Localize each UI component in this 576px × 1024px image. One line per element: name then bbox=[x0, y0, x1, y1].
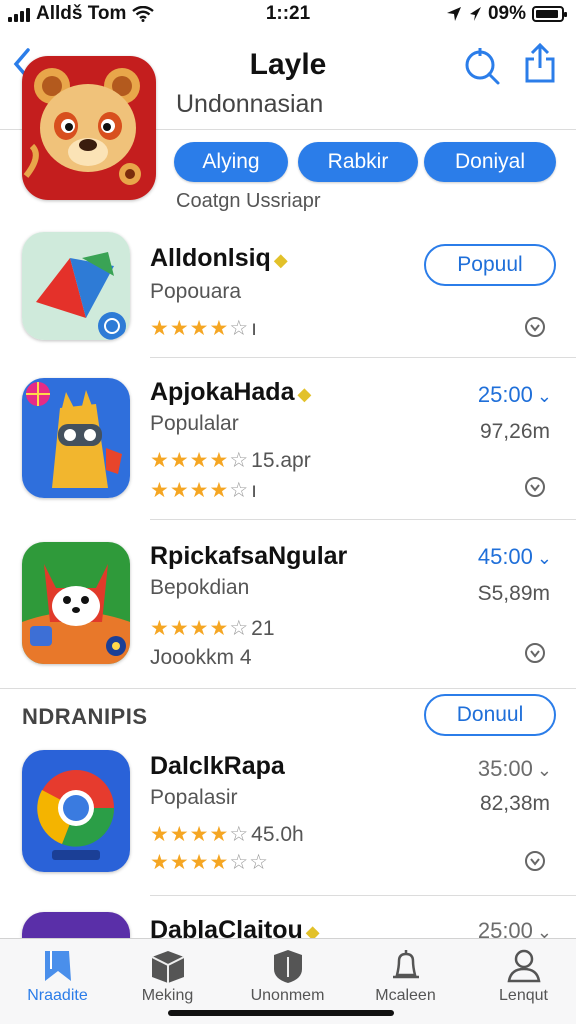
pill-button-1[interactable]: Alying bbox=[174, 142, 288, 182]
pill-button-2[interactable]: Rabkir bbox=[298, 142, 418, 182]
app-subtitle: Popouara bbox=[150, 280, 242, 303]
app-name: RpickafsaNgular bbox=[150, 542, 348, 570]
app-name: DalclkRapa bbox=[150, 752, 285, 780]
rating-text: 15.apr bbox=[251, 449, 311, 472]
bell-icon bbox=[392, 950, 419, 979]
size-label: 97,26m bbox=[479, 420, 550, 443]
page-subtitle: Undonnasian bbox=[176, 90, 324, 118]
price-label[interactable]: 45:00 ⌄ bbox=[478, 544, 552, 570]
app-row[interactable]: ApjokaHada ◆ Populalar ★★★★☆15.apr ★★★★☆ı… bbox=[0, 358, 576, 520]
section-title: NDRANIPIS bbox=[22, 704, 148, 729]
download-icon[interactable] bbox=[524, 850, 546, 872]
tab-5[interactable]: Lenqut bbox=[466, 939, 576, 1024]
app-name: ApjokaHada ◆ bbox=[150, 378, 311, 407]
bookmark-icon bbox=[44, 951, 71, 981]
search-icon[interactable] bbox=[462, 46, 502, 86]
rating-text: 45.0h bbox=[251, 823, 304, 846]
app-name-text: Alldonlsiq bbox=[150, 244, 271, 272]
browser-icon bbox=[22, 750, 130, 872]
star-rating-secondary: ★★★★☆ı bbox=[150, 479, 257, 502]
app-row[interactable]: DablaClaitou ◆ 25:00 ⌄ bbox=[0, 896, 576, 938]
section-divider bbox=[0, 688, 576, 689]
tab-label: Nraadite bbox=[27, 987, 88, 1004]
app-subtitle: Bepokdian bbox=[150, 576, 250, 599]
download-icon[interactable] bbox=[524, 476, 546, 498]
download-icon[interactable] bbox=[524, 642, 546, 664]
star-rating: ★★★★☆15.apr bbox=[150, 449, 311, 472]
arrow-icon bbox=[469, 7, 481, 21]
download-icon[interactable] bbox=[524, 316, 546, 338]
box-icon bbox=[151, 951, 184, 983]
price-text: 25:00 bbox=[477, 918, 533, 938]
app-extra-info: Joookkm 4 bbox=[150, 646, 252, 669]
app-partial-icon bbox=[22, 912, 130, 938]
badge-icon: ◆ bbox=[273, 250, 288, 270]
star-rating: ★★★★☆45.0h bbox=[150, 823, 304, 846]
app-icon bbox=[22, 378, 130, 498]
app-name: Alldonlsiq ◆ bbox=[150, 244, 288, 273]
star-rating-secondary: ★★★★☆☆ bbox=[150, 851, 269, 874]
featured-app-icon[interactable] bbox=[22, 56, 156, 200]
get-button[interactable]: Popuul bbox=[424, 244, 556, 286]
battery-label: 09% bbox=[487, 3, 526, 24]
chevron-down-icon: ⌄ bbox=[536, 922, 552, 938]
status-bar: Alldš Tom 1::21 09% bbox=[0, 0, 576, 30]
tab-label: Mcaleen bbox=[375, 987, 436, 1004]
price-label[interactable]: 25:00 ⌄ bbox=[478, 918, 552, 938]
chevron-down-icon: ⌄ bbox=[536, 548, 552, 568]
badge-icon: ◆ bbox=[305, 922, 320, 938]
header-caption: Coatgn Ussriapr bbox=[176, 190, 321, 212]
tab-label: Meking bbox=[141, 987, 194, 1004]
app-subtitle: Populalar bbox=[150, 412, 239, 435]
bear-icon bbox=[22, 56, 156, 200]
pill-button-3[interactable]: Doniyal bbox=[424, 142, 556, 182]
section-get-button[interactable]: Donuul bbox=[424, 694, 556, 736]
rating-text: 21 bbox=[251, 617, 275, 640]
price-text: 35:00 bbox=[477, 756, 533, 781]
app-subtitle: Popalasir bbox=[150, 786, 238, 809]
price-label[interactable]: 35:00 ⌄ bbox=[478, 756, 552, 782]
tab-1[interactable]: Nraadite bbox=[0, 939, 115, 1024]
price-text: 25:00 bbox=[477, 382, 533, 407]
shield-icon bbox=[273, 950, 302, 983]
app-name: DablaClaitou ◆ bbox=[150, 916, 320, 938]
home-indicator bbox=[168, 1010, 394, 1016]
price-text: 45:00 bbox=[477, 544, 533, 569]
app-name-text: ApjokaHada bbox=[150, 378, 295, 406]
status-right: 09% bbox=[446, 3, 567, 25]
size-label: 82,38m bbox=[479, 792, 550, 815]
location-icon bbox=[446, 7, 461, 21]
tab-label: Unonmem bbox=[250, 987, 325, 1004]
tab-label: Lenqut bbox=[499, 987, 548, 1004]
star-rating: ★★★★☆21 bbox=[150, 617, 275, 640]
star-rating: ★★★★☆ı bbox=[150, 317, 257, 340]
chevron-down-icon: ⌄ bbox=[536, 760, 552, 780]
app-icon bbox=[22, 232, 130, 340]
badge-icon: ◆ bbox=[297, 384, 312, 404]
size-label: S5,89m bbox=[477, 582, 550, 605]
person-icon bbox=[507, 949, 540, 983]
app-icon bbox=[22, 750, 130, 872]
app-row[interactable]: DalclkRapa Popalasir ★★★★☆45.0h ★★★★☆☆ 3… bbox=[0, 736, 576, 896]
share-icon[interactable] bbox=[522, 42, 558, 84]
app-icon bbox=[22, 912, 130, 938]
chevron-down-icon: ⌄ bbox=[536, 386, 552, 406]
robot-icon bbox=[22, 378, 130, 498]
price-label[interactable]: 25:00 ⌄ bbox=[478, 382, 552, 408]
app-name-text: DablaClaitou bbox=[150, 916, 303, 938]
app-row[interactable]: Alldonlsiq ◆ Popouara ★★★★☆ı Popuul bbox=[0, 212, 576, 358]
cat-icon bbox=[22, 542, 130, 664]
paper-plane-icon bbox=[22, 232, 130, 340]
battery-icon bbox=[532, 6, 567, 22]
battery-fill bbox=[536, 10, 558, 18]
app-row[interactable]: RpickafsaNgular Bepokdian ★★★★☆21 Joookk… bbox=[0, 520, 576, 688]
app-icon bbox=[22, 542, 130, 664]
